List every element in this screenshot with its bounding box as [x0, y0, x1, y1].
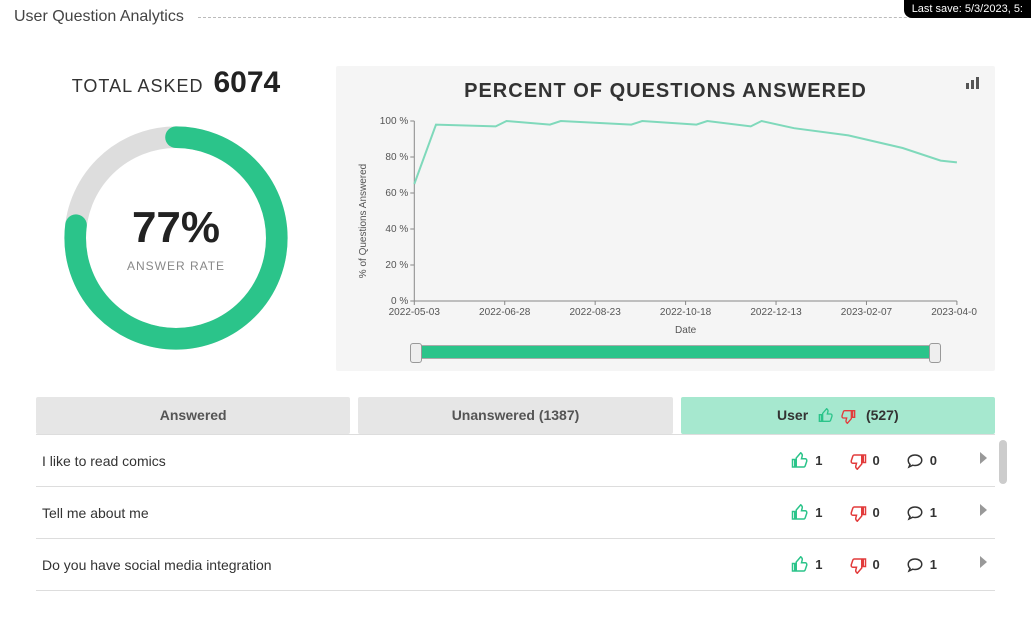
svg-text:2023-04-04: 2023-04-04	[931, 307, 977, 318]
svg-text:40 %: 40 %	[385, 224, 408, 235]
thumbs-up-icon	[818, 408, 834, 424]
dislikes-stat: 0	[849, 556, 880, 574]
likes-stat: 1	[791, 556, 822, 574]
section-header: User Question Analytics Last save: 5/3/2…	[0, 0, 1031, 30]
thumbs-down-icon	[849, 452, 867, 470]
comment-icon	[906, 452, 924, 470]
total-asked-value: 6074	[213, 66, 280, 100]
svg-text:2023-02-07: 2023-02-07	[841, 307, 893, 318]
last-save-badge: Last save: 5/3/2023, 5:	[904, 0, 1031, 18]
comments-stat: 1	[906, 504, 937, 522]
comments-stat: 0	[906, 452, 937, 470]
dislikes-count: 0	[873, 505, 880, 520]
section-title: User Question Analytics	[14, 8, 184, 26]
table-row[interactable]: Tell me about me 1 0 1	[36, 487, 995, 539]
row-stats: 1 0 0	[791, 452, 937, 470]
svg-text:60 %: 60 %	[385, 188, 408, 199]
comments-count: 1	[930, 557, 937, 572]
row-stats: 1 0 1	[791, 556, 937, 574]
question-text: Tell me about me	[42, 505, 791, 521]
svg-text:2022-05-03: 2022-05-03	[389, 307, 441, 318]
likes-count: 1	[815, 557, 822, 572]
dislikes-count: 0	[873, 453, 880, 468]
tab-answered[interactable]: Answered	[36, 397, 350, 434]
thumbs-up-icon	[791, 452, 809, 470]
tab-unanswered[interactable]: Unanswered (1387)	[358, 397, 672, 434]
total-asked-label: TOTAL ASKED	[72, 76, 204, 97]
thumbs-up-icon	[791, 556, 809, 574]
chart-area[interactable]: % of Questions Answered 0 % 20 % 40 % 60 % 8…	[354, 111, 977, 339]
expand-row-button[interactable]	[977, 555, 989, 574]
answer-rate-label: ANSWER RATE	[127, 259, 225, 273]
thumbs-down-icon	[849, 556, 867, 574]
divider	[198, 17, 1017, 18]
svg-text:100 %: 100 %	[380, 116, 409, 127]
svg-text:2022-08-23: 2022-08-23	[569, 307, 621, 318]
comment-icon	[906, 504, 924, 522]
chart-range-slider[interactable]	[414, 345, 937, 359]
thumbs-up-icon	[791, 504, 809, 522]
thumbs-down-icon	[849, 504, 867, 522]
question-text: Do you have social media integration	[42, 557, 791, 573]
comments-count: 0	[930, 453, 937, 468]
svg-text:80 %: 80 %	[385, 152, 408, 163]
likes-stat: 1	[791, 504, 822, 522]
row-stats: 1 0 1	[791, 504, 937, 522]
answer-rate-donut: 77% ANSWER RATE	[56, 118, 296, 358]
tab-user-label: User	[777, 407, 808, 423]
question-text: I like to read comics	[42, 453, 791, 469]
svg-text:20 %: 20 %	[385, 260, 408, 271]
dislikes-stat: 0	[849, 452, 880, 470]
table-row[interactable]: I like to read comics 1 0 0	[36, 434, 995, 487]
table-row[interactable]: Do you have social media integration 1 0 1	[36, 539, 995, 591]
comments-stat: 1	[906, 556, 937, 574]
comments-count: 1	[930, 505, 937, 520]
expand-row-button[interactable]	[977, 503, 989, 522]
svg-text:2022-06-28: 2022-06-28	[479, 307, 531, 318]
dislikes-count: 0	[873, 557, 880, 572]
svg-text:2022-10-18: 2022-10-18	[660, 307, 712, 318]
total-asked-panel: TOTAL ASKED 6074 77% ANSWER RATE	[36, 66, 316, 371]
chart-type-icon[interactable]	[965, 76, 981, 90]
question-list: I like to read comics100Tell me about me…	[36, 434, 995, 591]
likes-count: 1	[815, 453, 822, 468]
expand-row-button[interactable]	[977, 451, 989, 470]
comment-icon	[906, 556, 924, 574]
likes-count: 1	[815, 505, 822, 520]
tabs-row: Answered Unanswered (1387) User (527)	[36, 397, 995, 434]
svg-text:0 %: 0 %	[391, 296, 408, 307]
chart-title: PERCENT OF QUESTIONS ANSWERED	[354, 80, 977, 103]
chart-xlabel: Date	[675, 325, 697, 336]
analytics-row: TOTAL ASKED 6074 77% ANSWER RATE PERCENT…	[0, 30, 1031, 371]
chart-ylabel: % of Questions Answered	[358, 164, 369, 278]
svg-text:2022-12-13: 2022-12-13	[750, 307, 802, 318]
tab-user-count: (527)	[866, 407, 899, 423]
total-asked-header: TOTAL ASKED 6074	[72, 66, 280, 100]
dislikes-stat: 0	[849, 504, 880, 522]
scrollbar[interactable]	[999, 440, 1007, 484]
thumbs-down-icon	[840, 408, 856, 424]
tab-user-feedback[interactable]: User (527)	[681, 397, 995, 434]
likes-stat: 1	[791, 452, 822, 470]
answer-rate-percent: 77%	[132, 203, 220, 253]
chart-panel: PERCENT OF QUESTIONS ANSWERED % of Quest…	[336, 66, 995, 371]
